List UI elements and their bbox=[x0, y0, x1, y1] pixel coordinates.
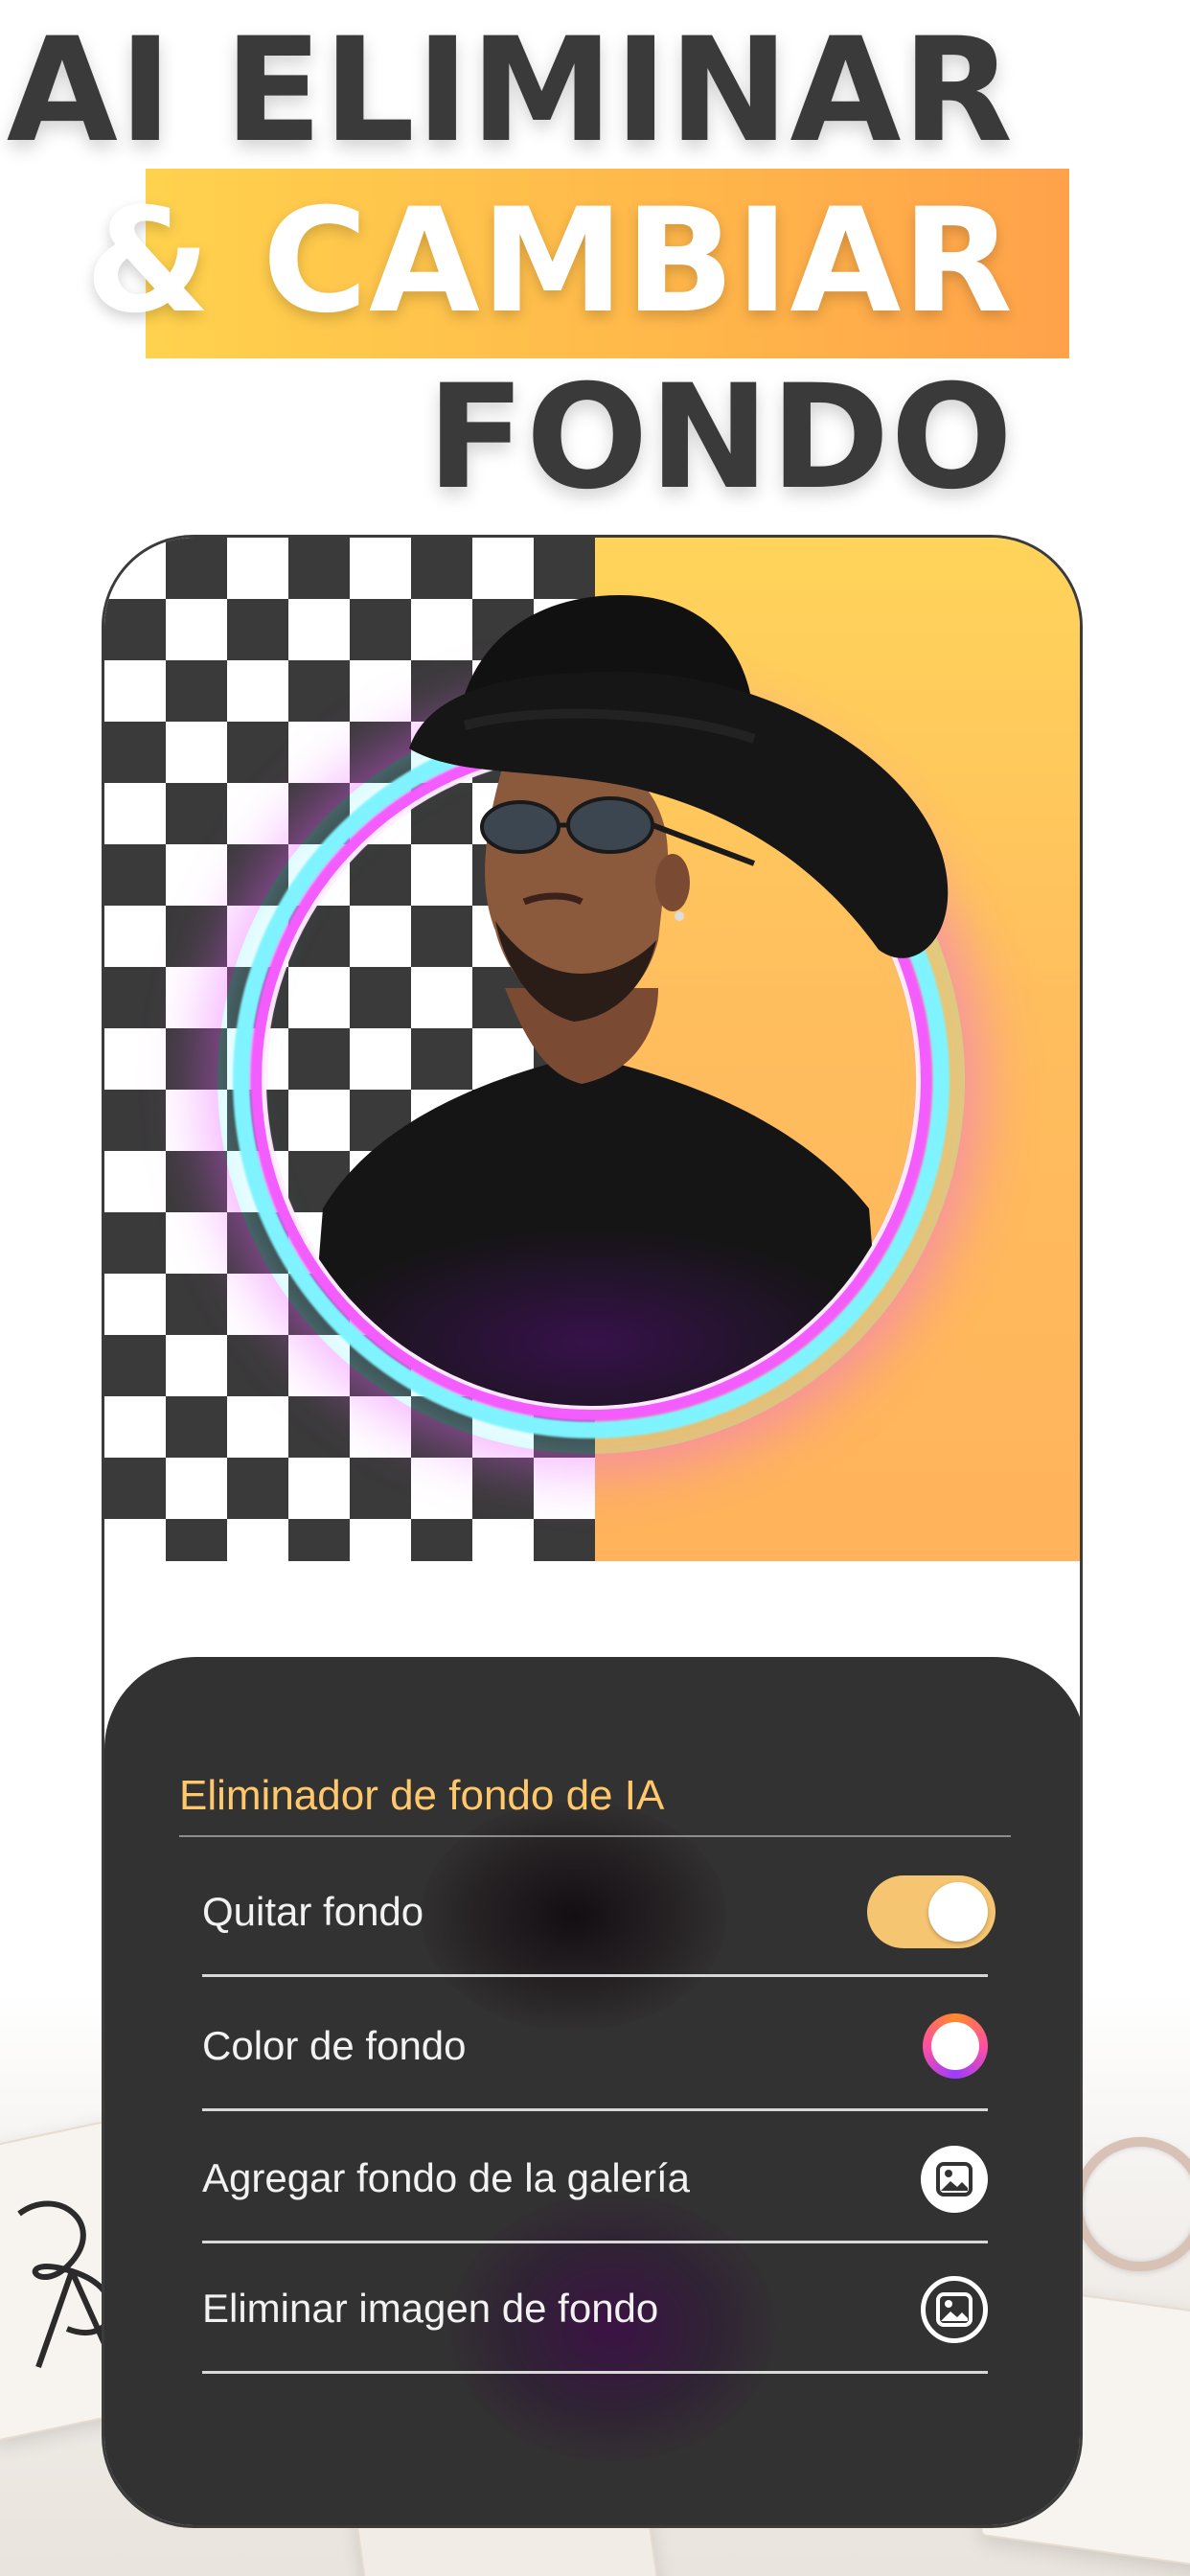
row-add-gallery-background[interactable]: Agregar fondo de la galería bbox=[202, 2113, 988, 2243]
remove-image-icon[interactable] bbox=[921, 2276, 988, 2343]
remove-background-toggle[interactable] bbox=[867, 1875, 995, 1948]
row-divider bbox=[202, 1974, 988, 1977]
row-remove-background-image[interactable]: Eliminar imagen de fondo bbox=[202, 2243, 988, 2374]
background-remover-panel: Eliminador de fondo de IA Quitar fondo C… bbox=[104, 1657, 1080, 2525]
row-divider bbox=[202, 2371, 988, 2374]
headline-line-1: AI ELIMINAR bbox=[6, 8, 1014, 174]
headline-line-3: FONDO bbox=[426, 355, 1014, 521]
row-label: Agregar fondo de la galería bbox=[202, 2155, 691, 2200]
phone-frame: Eliminador de fondo de IA Quitar fondo C… bbox=[102, 535, 1083, 2528]
color-swatch-center bbox=[931, 2022, 979, 2070]
color-picker-icon[interactable] bbox=[923, 2013, 988, 2079]
headline: AI ELIMINAR & CAMBIAR FONDO bbox=[0, 0, 1190, 518]
row-label: Color de fondo bbox=[202, 2023, 467, 2068]
image-gallery-icon[interactable] bbox=[921, 2146, 988, 2213]
preview-canvas bbox=[104, 538, 1080, 1561]
row-remove-background[interactable]: Quitar fondo bbox=[202, 1847, 995, 1977]
row-label: Quitar fondo bbox=[202, 1889, 424, 1934]
decorative-ring bbox=[1073, 2137, 1190, 2271]
panel-title-divider bbox=[179, 1835, 1011, 1837]
panel-title: Eliminador de fondo de IA bbox=[179, 1772, 665, 1819]
row-divider bbox=[202, 2108, 988, 2111]
toggle-knob bbox=[928, 1882, 988, 1942]
row-label: Eliminar imagen de fondo bbox=[202, 2286, 659, 2331]
person-cutout-image bbox=[304, 595, 949, 1406]
row-background-color[interactable]: Color de fondo bbox=[202, 1981, 988, 2111]
headline-line-2: & CAMBIAR bbox=[84, 178, 1014, 345]
